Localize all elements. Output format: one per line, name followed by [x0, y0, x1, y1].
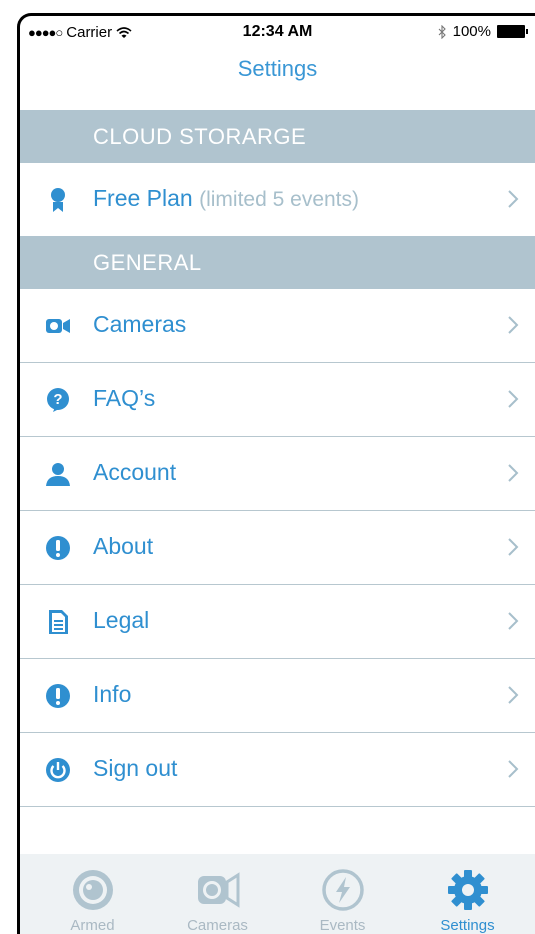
settings-row-info[interactable]: Info	[20, 659, 535, 733]
power-icon	[46, 758, 70, 782]
plan-name: Free Plan	[93, 185, 193, 211]
chevron-right-icon	[508, 760, 519, 778]
free-plan-label: Free Plan (limited 5 events)	[93, 185, 359, 212]
settings-row-faq[interactable]: ? FAQ’s	[20, 363, 535, 437]
question-icon: ?	[47, 388, 69, 412]
row-label: Legal	[93, 607, 150, 633]
row-label: About	[93, 533, 154, 559]
row-label: Account	[93, 459, 177, 485]
plan-detail: (limited 5 events)	[199, 188, 359, 211]
chevron-right-icon	[508, 464, 519, 482]
chevron-right-icon	[508, 612, 519, 630]
status-right: 100%	[438, 23, 528, 40]
tab-label: Events	[319, 917, 366, 934]
tab-label: Cameras	[187, 917, 248, 934]
row-label: Cameras	[93, 311, 187, 337]
document-icon	[49, 610, 68, 634]
gear-icon	[447, 870, 488, 910]
status-bar: ●●●●○ Carrier 12:34 AM 100%	[20, 16, 535, 50]
settings-row-about[interactable]: About	[20, 511, 535, 585]
armed-icon	[72, 870, 113, 910]
free-plan-row[interactable]: Free Plan (limited 5 events)	[20, 163, 535, 236]
user-icon	[46, 463, 70, 486]
row-label: Info	[93, 681, 132, 707]
row-label: FAQ’s	[93, 385, 156, 411]
settings-row-account[interactable]: Account	[20, 437, 535, 511]
chevron-right-icon	[508, 686, 519, 704]
exclamation-icon	[46, 684, 70, 708]
tab-label: Armed	[70, 917, 115, 934]
battery-percent: 100%	[452, 23, 491, 40]
section-header-cloud-storage: CLOUD STORARGE	[20, 110, 535, 163]
chevron-right-icon	[508, 538, 519, 556]
chevron-right-icon	[508, 190, 519, 208]
chevron-right-icon	[508, 390, 519, 408]
section-header-general: GENERAL	[20, 236, 535, 289]
battery-icon	[497, 25, 528, 38]
exclamation-icon	[46, 536, 70, 560]
row-label: Sign out	[93, 755, 178, 781]
bluetooth-icon	[438, 24, 446, 39]
svg-text:?: ?	[53, 391, 62, 408]
camera-icon	[46, 319, 70, 333]
tab-label: Settings	[440, 917, 495, 934]
camera-icon	[197, 872, 239, 908]
tab-armed[interactable]: Armed	[30, 854, 155, 934]
tab-settings[interactable]: Settings	[405, 854, 530, 934]
tab-events[interactable]: Events	[280, 854, 405, 934]
settings-row-legal[interactable]: Legal	[20, 585, 535, 659]
tab-bar: Armed Cameras Events Settings	[20, 854, 535, 934]
tab-cameras[interactable]: Cameras	[155, 854, 280, 934]
settings-row-cameras[interactable]: Cameras	[20, 289, 535, 363]
settings-row-sign-out[interactable]: Sign out	[20, 733, 535, 807]
phone-screen: ●●●●○ Carrier 12:34 AM 100% Settings CLO…	[17, 13, 535, 934]
chevron-right-icon	[508, 316, 519, 334]
ribbon-icon	[51, 188, 65, 212]
bolt-icon	[321, 869, 364, 911]
page-title: Settings	[237, 56, 318, 81]
